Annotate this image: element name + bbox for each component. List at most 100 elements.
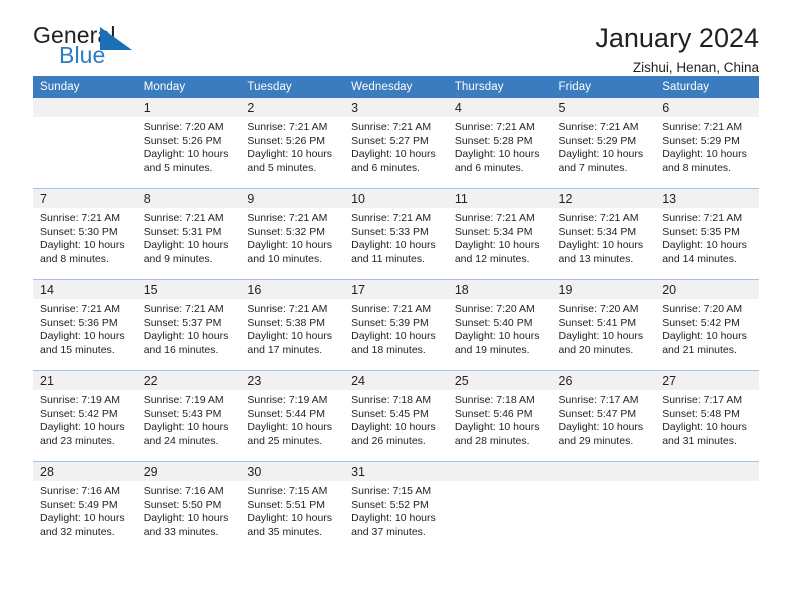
day-detail-line: Daylight: 10 hours (351, 512, 436, 525)
day-detail-line: Daylight: 10 hours (143, 421, 229, 434)
day-details: Sunrise: 7:19 AM Sunset: 5:43 PM Daylight:… (137, 390, 241, 448)
calendar-day-cell[interactable]: 21 Sunrise: 7:19 AM Sunset: 5:42 PM Dayligh… (33, 371, 137, 461)
day-details: Sunrise: 7:21 AM Sunset: 5:30 PM Daylight:… (33, 208, 137, 266)
day-detail-line: Daylight: 10 hours (454, 330, 540, 343)
day-detail-line: and 17 minutes. (247, 343, 323, 356)
day-details: Sunrise: 7:21 AM Sunset: 5:39 PM Daylight:… (344, 299, 448, 357)
calendar-day-cell[interactable]: 28 Sunrise: 7:16 AM Sunset: 5:49 PM Dayligh… (33, 462, 137, 552)
day-detail-line: Sunset: 5:32 PM (247, 225, 326, 238)
day-number: 13 (655, 189, 759, 208)
calendar-day-cell[interactable]: 8 Sunrise: 7:21 AM Sunset: 5:31 PM Daylight… (136, 189, 241, 279)
calendar-day-cell[interactable]: 18 Sunrise: 7:20 AM Sunset: 5:40 PM Dayligh… (447, 280, 552, 370)
calendar-day-cell[interactable]: 24 Sunrise: 7:18 AM Sunset: 5:45 PM Dayligh… (344, 371, 448, 461)
day-number: 17 (344, 280, 448, 299)
day-detail-line: Sunset: 5:47 PM (558, 407, 637, 420)
day-detail-line: Sunrise: 7:21 AM (662, 121, 743, 133)
day-detail-line: and 25 minutes. (247, 434, 323, 447)
day-detail-line: Sunset: 5:26 PM (247, 134, 326, 147)
day-detail-line: Daylight: 10 hours (351, 421, 436, 434)
calendar-day-cell[interactable]: 2 Sunrise: 7:21 AM Sunset: 5:26 PM Daylight… (240, 98, 345, 188)
calendar-day-cell[interactable]: 20 Sunrise: 7:20 AM Sunset: 5:42 PM Dayligh… (655, 280, 759, 370)
day-detail-line: Daylight: 10 hours (40, 421, 125, 434)
calendar-day-cell[interactable]: 15 Sunrise: 7:21 AM Sunset: 5:37 PM Dayligh… (136, 280, 241, 370)
day-number: 9 (240, 189, 345, 208)
day-number (33, 98, 137, 117)
day-detail-line: Sunrise: 7:21 AM (247, 212, 328, 224)
calendar-week-row: 7 Sunrise: 7:21 AM Sunset: 5:30 PM Daylight… (33, 188, 759, 280)
day-detail-line: and 5 minutes. (247, 161, 317, 174)
day-detail-line: and 37 minutes. (351, 525, 426, 538)
day-details: Sunrise: 7:21 AM Sunset: 5:26 PM Daylight:… (240, 117, 344, 175)
day-detail-line: Sunrise: 7:18 AM (351, 394, 432, 406)
day-details: Sunrise: 7:21 AM Sunset: 5:31 PM Daylight:… (137, 208, 241, 266)
day-detail-line: Sunset: 5:37 PM (143, 316, 222, 329)
day-detail-line: and 18 minutes. (351, 343, 426, 356)
day-detail-line: Sunset: 5:42 PM (662, 316, 740, 329)
calendar-day-cell[interactable]: 10 Sunrise: 7:21 AM Sunset: 5:33 PM Dayligh… (344, 189, 448, 279)
day-details: Sunrise: 7:20 AM Sunset: 5:42 PM Daylight:… (655, 299, 759, 357)
calendar-day-cell[interactable]: 19 Sunrise: 7:20 AM Sunset: 5:41 PM Dayligh… (551, 280, 656, 370)
calendar-day-cell[interactable]: 5 Sunrise: 7:21 AM Sunset: 5:29 PM Daylight… (551, 98, 656, 188)
calendar-grid: Sunday Monday Tuesday Wednesday Thursday Frid… (33, 76, 759, 552)
calendar-day-cell[interactable]: 30 Sunrise: 7:15 AM Sunset: 5:51 PM Dayligh… (240, 462, 345, 552)
day-number: 30 (240, 462, 345, 481)
weekday-header-thursday: Thursday (447, 76, 552, 98)
calendar-day-cell[interactable]: 16 Sunrise: 7:21 AM Sunset: 5:38 PM Dayligh… (240, 280, 345, 370)
day-number: 6 (655, 98, 759, 117)
calendar-day-cell[interactable]: 1 Sunrise: 7:20 AM Sunset: 5:26 PM Daylight… (136, 98, 241, 188)
day-number: 19 (551, 280, 656, 299)
calendar-day-cell[interactable]: 11 Sunrise: 7:21 AM Sunset: 5:34 PM Dayligh… (447, 189, 552, 279)
day-detail-line: Sunset: 5:30 PM (40, 225, 118, 238)
day-detail-line: Sunrise: 7:20 AM (662, 303, 743, 315)
calendar-day-cell[interactable]: 23 Sunrise: 7:19 AM Sunset: 5:44 PM Dayligh… (240, 371, 345, 461)
day-detail-line: Daylight: 10 hours (247, 512, 333, 525)
day-detail-line: Sunset: 5:33 PM (351, 225, 429, 238)
day-detail-line: Sunrise: 7:15 AM (351, 485, 432, 497)
calendar-day-cell[interactable]: 25 Sunrise: 7:18 AM Sunset: 5:46 PM Dayligh… (447, 371, 552, 461)
day-detail-line: Sunset: 5:34 PM (454, 225, 533, 238)
day-details: Sunrise: 7:16 AM Sunset: 5:49 PM Daylight:… (33, 481, 137, 539)
calendar-day-cell[interactable]: 17 Sunrise: 7:21 AM Sunset: 5:39 PM Dayligh… (344, 280, 448, 370)
calendar-day-cell[interactable]: 22 Sunrise: 7:19 AM Sunset: 5:43 PM Dayligh… (136, 371, 241, 461)
day-details: Sunrise: 7:18 AM Sunset: 5:46 PM Daylight:… (448, 390, 552, 448)
day-detail-line: Sunset: 5:51 PM (247, 498, 326, 511)
day-details (33, 117, 137, 121)
calendar-day-cell[interactable]: 26 Sunrise: 7:17 AM Sunset: 5:47 PM Dayligh… (551, 371, 656, 461)
weekday-header-wednesday: Wednesday (344, 76, 448, 98)
calendar-day-cell[interactable]: 9 Sunrise: 7:21 AM Sunset: 5:32 PM Daylight… (240, 189, 345, 279)
calendar-day-cell[interactable]: 6 Sunrise: 7:21 AM Sunset: 5:29 PM Daylight… (655, 98, 759, 188)
day-detail-line: Daylight: 10 hours (143, 330, 229, 343)
calendar-day-cell[interactable]: 29 Sunrise: 7:16 AM Sunset: 5:50 PM Dayligh… (136, 462, 241, 552)
day-detail-line: Daylight: 10 hours (247, 148, 333, 161)
day-number: 20 (655, 280, 759, 299)
day-detail-line: Sunrise: 7:19 AM (247, 394, 328, 406)
day-detail-line: and 15 minutes. (40, 343, 115, 356)
calendar-day-cell[interactable]: 12 Sunrise: 7:21 AM Sunset: 5:34 PM Dayligh… (551, 189, 656, 279)
calendar-day-cell[interactable]: 31 Sunrise: 7:15 AM Sunset: 5:52 PM Dayligh… (344, 462, 448, 552)
day-detail-line: Sunset: 5:34 PM (558, 225, 637, 238)
day-detail-line: and 16 minutes. (143, 343, 219, 356)
day-detail-line: Sunset: 5:29 PM (558, 134, 637, 147)
calendar-day-cell[interactable]: 27 Sunrise: 7:17 AM Sunset: 5:48 PM Dayligh… (655, 371, 759, 461)
day-number: 2 (240, 98, 345, 117)
day-detail-line: Daylight: 10 hours (351, 330, 436, 343)
calendar-day-cell[interactable]: 3 Sunrise: 7:21 AM Sunset: 5:27 PM Daylight… (344, 98, 448, 188)
day-detail-line: Sunset: 5:35 PM (662, 225, 740, 238)
day-detail-line: and 32 minutes. (40, 525, 115, 538)
day-detail-line: Sunset: 5:26 PM (143, 134, 222, 147)
calendar-day-cell[interactable]: 14 Sunrise: 7:21 AM Sunset: 5:36 PM Dayligh… (33, 280, 137, 370)
day-detail-line: Daylight: 10 hours (558, 421, 644, 434)
generalblue-logo[interactable]: General Blue (33, 24, 151, 72)
day-detail-line: and 35 minutes. (247, 525, 323, 538)
calendar-day-cell[interactable]: 7 Sunrise: 7:21 AM Sunset: 5:30 PM Daylight… (33, 189, 137, 279)
day-detail-line: and 12 minutes. (454, 252, 530, 265)
day-detail-line: Sunrise: 7:21 AM (454, 121, 535, 133)
day-detail-line: Sunset: 5:36 PM (40, 316, 118, 329)
day-detail-line: and 24 minutes. (143, 434, 219, 447)
day-number: 12 (551, 189, 656, 208)
calendar-day-cell[interactable]: 13 Sunrise: 7:21 AM Sunset: 5:35 PM Dayligh… (655, 189, 759, 279)
calendar-day-cell[interactable]: 4 Sunrise: 7:21 AM Sunset: 5:28 PM Daylight… (447, 98, 552, 188)
weekday-header-friday: Friday (551, 76, 656, 98)
day-detail-line: Sunrise: 7:19 AM (40, 394, 120, 406)
day-detail-line: Daylight: 10 hours (454, 148, 540, 161)
